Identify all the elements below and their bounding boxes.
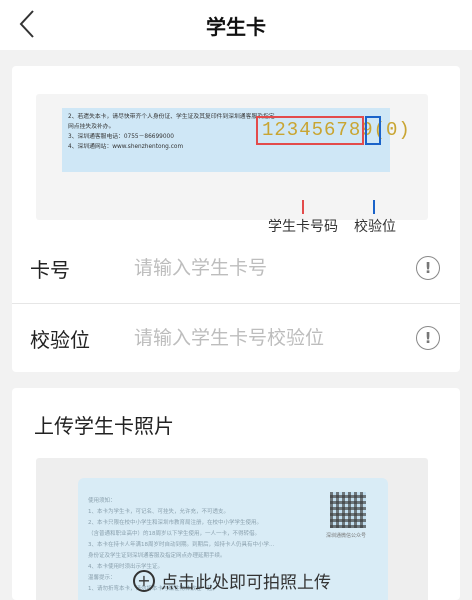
- notice-line: 4、深圳通网站：www.shenzhentong.com: [68, 144, 184, 150]
- page-title: 学生卡: [206, 15, 266, 39]
- card-number-highlight: [256, 116, 364, 145]
- rule-line: 2、本卡只限在校中小学生和深圳市教育局注册，在校中小学学生使用。: [88, 520, 263, 526]
- card-info-panel: 2、若遗失本卡，请尽快带齐个人身份证、学生证及其复印件到深圳通客服及指定 网点挂…: [12, 66, 460, 372]
- card-number-input[interactable]: [134, 250, 396, 286]
- notice-line: 2、若遗失本卡，请尽快带齐个人身份证、学生证及其复印件到深圳通客服及指定: [68, 114, 275, 120]
- info-icon[interactable]: !: [416, 326, 440, 350]
- sample-notice-text: 2、若遗失本卡，请尽快带齐个人身份证、学生证及其复印件到深圳通客服及指定 网点挂…: [68, 112, 275, 152]
- qr-code-icon: [330, 492, 366, 528]
- notice-line: 3、深圳通客服电话：0755－86699000: [68, 134, 174, 140]
- qr-caption: 深圳通微信公众号: [326, 533, 367, 539]
- check-digit-pointer: [373, 200, 375, 214]
- upload-cta-label: 点击此处即可拍照上传: [161, 573, 331, 593]
- divider: [12, 303, 460, 304]
- rule-line: （含普通和职业高中）的18周岁以下学生使用，一人一卡，不得转借。: [88, 531, 261, 537]
- check-digit-input[interactable]: [134, 320, 396, 356]
- card-number-label: 卡号: [30, 258, 70, 282]
- check-digit-row: 校验位 !: [12, 306, 460, 370]
- rule-line: 身份证及学生证到深圳通客服及指定网点办理延期手续。: [88, 553, 226, 559]
- card-number-caption: 学生卡号码: [268, 219, 338, 235]
- check-digit-highlight: [365, 116, 381, 145]
- notice-line: 网点挂失及补办。: [68, 124, 115, 130]
- sample-card-image: 2、若遗失本卡，请尽快带齐个人身份证、学生证及其复印件到深圳通客服及指定 网点挂…: [62, 108, 410, 172]
- check-digit-label: 校验位: [30, 328, 90, 352]
- nav-bar: 学生卡: [0, 0, 472, 50]
- card-number-pointer: [302, 200, 304, 214]
- rule-line: 3、本卡在持卡人年满18周岁时自动到期。到期后，如持卡人仍具有中小学...: [88, 542, 275, 548]
- upload-panel: 上传学生卡照片 使用须知： 1、本卡为学生卡，可记名、可挂失，允许充，不可透支。…: [12, 388, 460, 600]
- info-icon[interactable]: !: [416, 256, 440, 280]
- rule-line: 使用须知：: [88, 498, 116, 504]
- upload-cta[interactable]: + 点击此处即可拍照上传: [36, 568, 428, 593]
- card-number-row: 卡号 !: [12, 236, 460, 300]
- card-number-guide: 2、若遗失本卡，请尽快带齐个人身份证、学生证及其复印件到深圳通客服及指定 网点挂…: [36, 94, 428, 235]
- plus-circle-icon: +: [133, 569, 155, 592]
- check-digit-caption: 校验位: [354, 219, 396, 235]
- rule-line: 1、本卡为学生卡，可记名、可挂失，允许充，不可透支。: [88, 509, 230, 515]
- upload-photo-button[interactable]: 使用须知： 1、本卡为学生卡，可记名、可挂失，允许充，不可透支。 2、本卡只限在…: [36, 458, 428, 600]
- upload-title: 上传学生卡照片: [34, 414, 174, 438]
